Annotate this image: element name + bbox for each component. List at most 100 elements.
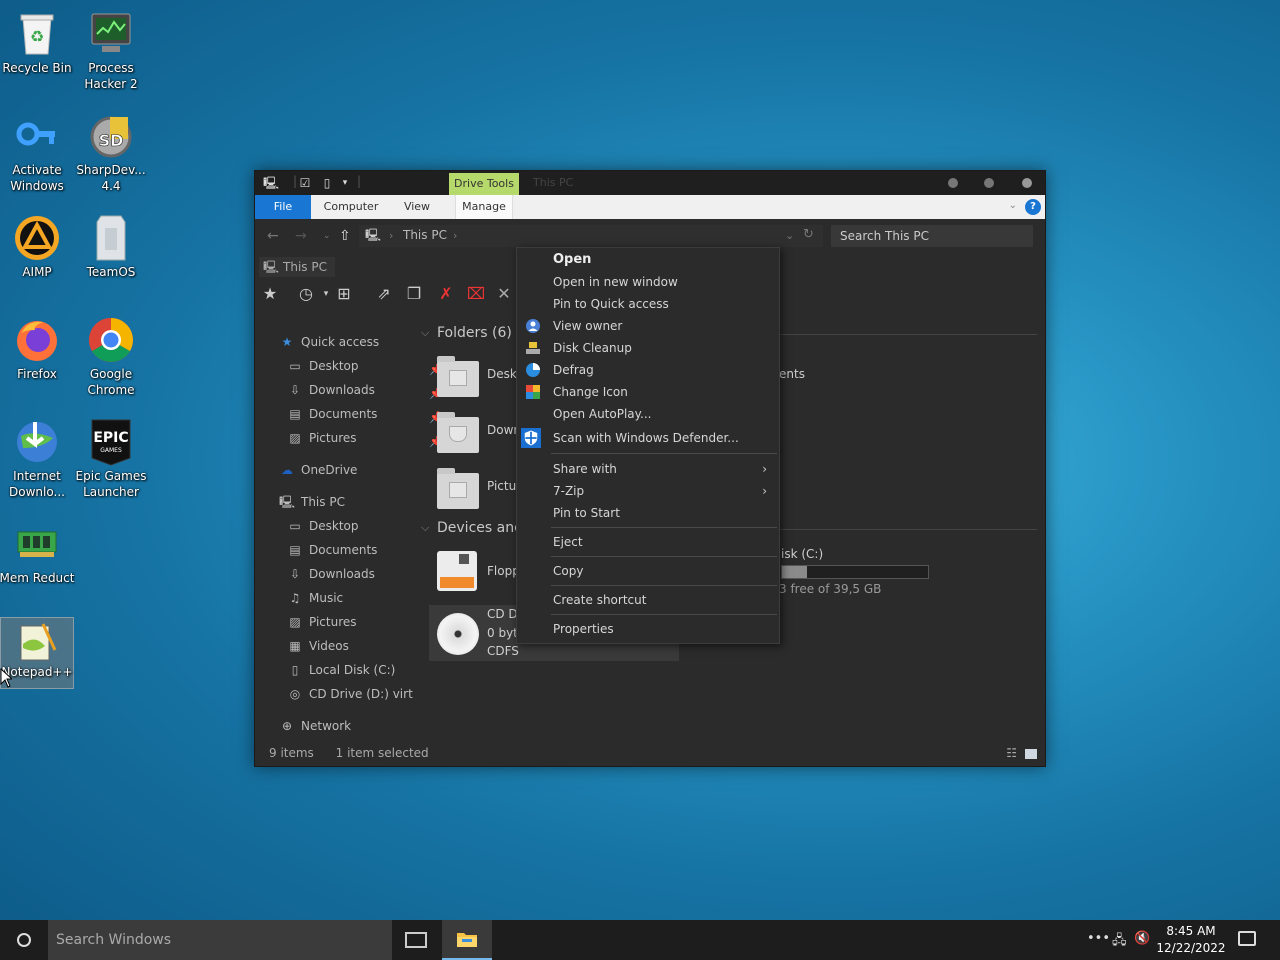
new-document-icon[interactable]: ▯ <box>319 175 335 191</box>
nav-quick-documents[interactable]: ▤ Documents 📌 <box>287 403 447 425</box>
folders-header[interactable]: Folders (6) <box>437 325 512 341</box>
nav-pc-pictures[interactable]: ▨ Pictures <box>287 611 356 633</box>
cancel-icon[interactable]: ✕ <box>493 283 515 305</box>
folder-documents-label-partial[interactable]: ents <box>779 367 805 381</box>
drive-tools-tab[interactable]: Drive Tools <box>449 173 519 195</box>
start-button[interactable] <box>17 933 31 947</box>
menu-item-open-autoplay[interactable]: Open AutoPlay... <box>517 403 779 425</box>
nav-pc-music[interactable]: ♫ Music <box>287 587 344 609</box>
nav-quick-pictures[interactable]: ▨ Pictures 📌 <box>287 427 447 449</box>
folder-desktop-label[interactable]: Desk <box>487 367 517 381</box>
computer-icon[interactable]: 🖳 <box>263 175 279 191</box>
menu-item-eject[interactable]: Eject <box>517 531 779 553</box>
taskbar-file-explorer[interactable] <box>442 920 492 960</box>
nav-pc-documents[interactable]: ▤ Documents <box>287 539 377 561</box>
tab-computer[interactable]: Computer <box>317 195 385 219</box>
nav-pc-desktop[interactable]: ▭ Desktop <box>287 515 358 537</box>
cd-drive-name[interactable]: CD D <box>487 607 518 621</box>
nav-quick-access[interactable]: ★ Quick access <box>279 331 380 353</box>
menu-item-create-shortcut[interactable]: Create shortcut <box>517 589 779 611</box>
desktop-icon-sharpdevelop[interactable]: SD SharpDev... 4.4 <box>74 112 148 212</box>
downloads-folder-icon[interactable] <box>437 412 479 453</box>
menu-item-copy[interactable]: Copy <box>517 560 779 582</box>
refresh-icon[interactable]: ↻ <box>803 227 814 243</box>
location-tab[interactable]: 🖳 This PC <box>259 257 335 277</box>
close-button[interactable] <box>1022 178 1032 188</box>
collapse-chevron-icon[interactable]: ⌵ <box>421 521 429 535</box>
up-arrow-icon[interactable]: ⇧ <box>339 228 351 244</box>
help-icon[interactable]: ? <box>1025 199 1041 215</box>
collapse-chevron-icon[interactable]: ⌵ <box>421 326 429 340</box>
desktop-icon-process-hacker[interactable]: Process Hacker 2 <box>74 10 148 110</box>
delete-permanently-icon[interactable]: ⌧ <box>465 283 487 305</box>
show-hidden-icons-icon[interactable]: ••• <box>1087 931 1110 946</box>
ribbon-expand-chevron-icon[interactable]: ⌄ <box>1009 200 1017 211</box>
nav-pc-downloads[interactable]: ⇩ Downloads <box>287 563 375 585</box>
address-text[interactable]: This PC <box>403 228 447 242</box>
large-icons-view-icon[interactable] <box>1025 749 1037 759</box>
maximize-button[interactable] <box>984 178 994 188</box>
forward-arrow-icon[interactable]: → <box>295 228 307 244</box>
menu-item-disk-cleanup[interactable]: Disk Cleanup <box>517 337 779 359</box>
desktop-icon-activate-windows[interactable]: Activate Windows <box>0 112 74 212</box>
move-to-icon[interactable]: ⇗ <box>373 283 395 305</box>
menu-item-defrag[interactable]: Defrag <box>517 359 779 381</box>
menu-item-scan-defender[interactable]: Scan with Windows Defender... <box>517 427 779 449</box>
copy-to-icon[interactable]: ❐ <box>403 283 425 305</box>
address-dropdown-chevron-icon[interactable]: ⌄ <box>785 228 794 244</box>
desktop-icon-firefox[interactable]: Firefox <box>0 316 74 416</box>
menu-item-7zip[interactable]: 7-Zip › <box>517 480 779 502</box>
menu-item-pin-quick-access[interactable]: Pin to Quick access <box>517 293 779 315</box>
delete-icon[interactable]: ✗ <box>435 283 457 305</box>
menu-item-view-owner[interactable]: View owner <box>517 315 779 337</box>
details-view-icon[interactable]: ☷ <box>1006 746 1017 760</box>
nav-onedrive[interactable]: ☁ OneDrive <box>279 459 357 481</box>
desktop-icon-aimp[interactable]: AIMP <box>0 214 74 314</box>
properties-check-icon[interactable]: ☑ <box>297 175 313 191</box>
floppy-drive-label[interactable]: Flopp <box>487 564 520 578</box>
menu-item-open[interactable]: Open <box>517 249 779 271</box>
system-clock[interactable]: 8:45 AM 12/22/2022 <box>1156 923 1226 957</box>
nav-pc-local-disk[interactable]: ▯ Local Disk (C:) <box>287 659 396 681</box>
back-arrow-icon[interactable]: ← <box>267 228 279 244</box>
nav-pc-cd-drive[interactable]: ◎ CD Drive (D:) virtio <box>287 683 413 705</box>
desktop-folder-icon[interactable] <box>437 356 479 397</box>
breadcrumb-chevron-icon[interactable]: › <box>453 228 457 244</box>
folder-pictures-label[interactable]: Pictu <box>487 479 516 493</box>
network-disconnected-icon[interactable]: 🖧 <box>1112 931 1127 953</box>
recent-locations-chevron-icon[interactable]: ⌄ <box>323 228 331 244</box>
desktop-icon-recycle-bin[interactable]: ♻ Recycle Bin <box>0 10 74 110</box>
desktop-icon-internet-download-manager[interactable]: Internet Downlo... <box>0 418 74 518</box>
menu-item-properties[interactable]: Properties <box>517 618 779 640</box>
menu-item-change-icon[interactable]: Change Icon <box>517 381 779 403</box>
menu-item-share-with[interactable]: Share with › <box>517 458 779 480</box>
nav-network[interactable]: ⊕ Network <box>279 715 351 737</box>
menu-item-open-new-window[interactable]: Open in new window <box>517 271 779 293</box>
menu-item-pin-to-start[interactable]: Pin to Start <box>517 502 779 524</box>
desktop-icon-google-chrome[interactable]: Google Chrome <box>74 316 148 416</box>
history-clock-icon[interactable]: ◷ <box>295 283 317 305</box>
nav-this-pc[interactable]: 🖳 This PC <box>279 491 345 513</box>
windows-logo-icon[interactable]: ⊞ <box>333 283 355 305</box>
floppy-disk-icon[interactable] <box>437 551 477 591</box>
task-view-icon[interactable] <box>405 932 427 948</box>
taskbar-search-input[interactable]: Search Windows <box>48 920 392 960</box>
tab-manage[interactable]: Manage <box>455 195 513 219</box>
tab-view[interactable]: View <box>395 195 439 219</box>
nav-pc-videos[interactable]: ▦ Videos <box>287 635 349 657</box>
notification-center-icon[interactable] <box>1238 931 1256 946</box>
nav-quick-desktop[interactable]: ▭ Desktop 📌 <box>287 355 447 377</box>
minimize-button[interactable] <box>948 178 958 188</box>
local-disk-label[interactable]: isk (C:) <box>781 547 823 561</box>
search-input[interactable]: Search This PC <box>831 225 1033 247</box>
title-bar[interactable]: 🖳 | ☑ ▯ ▾ | Drive Tools This PC <box>255 171 1045 195</box>
desktop-icon-mem-reduct[interactable]: Mem Reduct <box>0 520 74 620</box>
nav-quick-downloads[interactable]: ⇩ Downloads 📌 <box>287 379 447 401</box>
cd-disc-icon[interactable] <box>437 613 479 655</box>
devices-header[interactable]: Devices anc <box>437 520 522 536</box>
volume-muted-icon[interactable]: 🔇 <box>1134 931 1150 946</box>
desktop-icon-epic-games[interactable]: EPIC GAMES Epic Games Launcher <box>74 418 148 518</box>
desktop-icon-teamos[interactable]: TeamOS <box>74 214 148 314</box>
favorite-star-icon[interactable]: ★ <box>259 283 281 305</box>
pictures-folder-icon[interactable] <box>437 468 479 509</box>
